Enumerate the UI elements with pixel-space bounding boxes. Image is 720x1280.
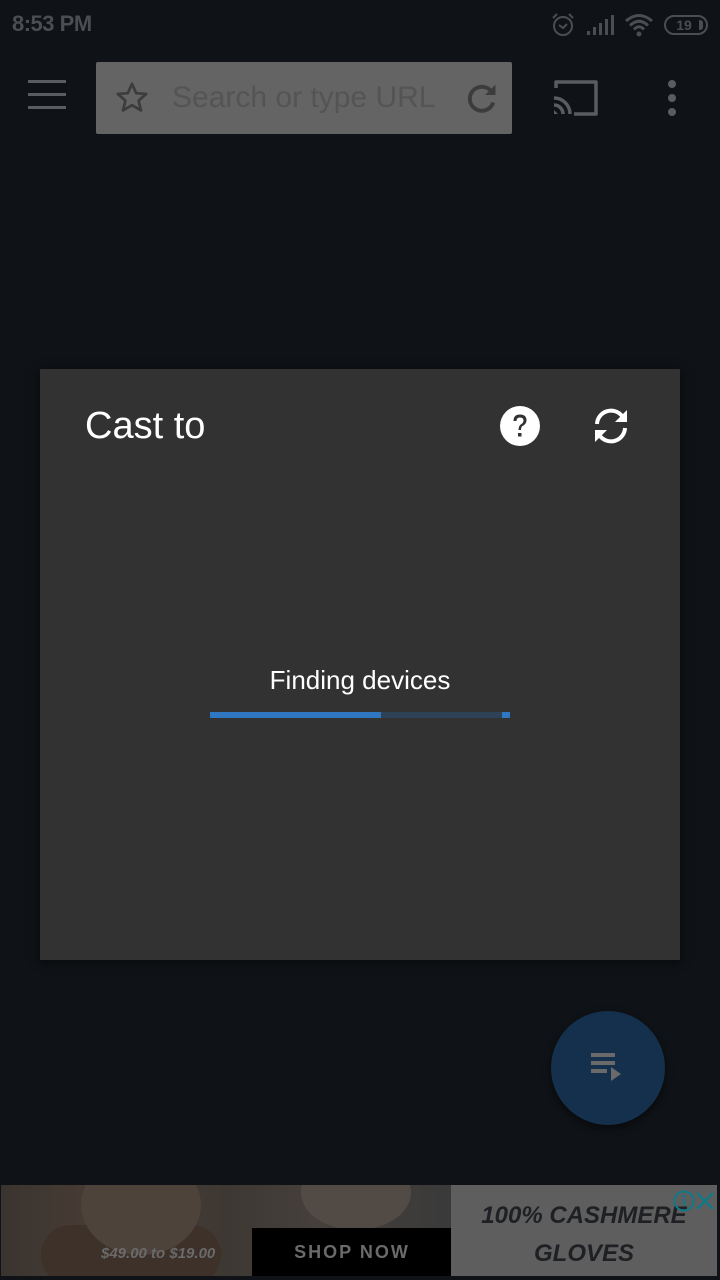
status-icons: 19 [550,10,708,40]
shop-now-button[interactable]: SHOP NOW [252,1228,451,1276]
browser-toolbar [0,52,720,144]
hamburger-menu-icon[interactable] [28,80,66,112]
ad-price: $49.00 to $19.00 [101,1245,216,1262]
ad-photo-model-2 [301,1185,411,1230]
reload-icon[interactable] [464,80,500,116]
progress-fill [210,712,381,718]
battery-level: 19 [676,17,692,33]
close-icon[interactable] [694,1190,716,1212]
battery-icon: 19 [664,15,708,35]
url-bar[interactable] [96,62,512,134]
more-vert-icon[interactable] [664,80,680,116]
status-time: 8:53 PM [12,11,92,36]
wifi-icon [625,14,653,37]
ad-image[interactable]: $49.00 to $19.00 SHOP NOW [1,1185,451,1276]
ad-banner[interactable]: $49.00 to $19.00 SHOP NOW 100% CASHMERE … [0,1184,720,1280]
finding-devices-label: Finding devices [269,665,451,695]
ad-info-icon[interactable] [673,1190,695,1212]
playlist-play-icon [591,1053,621,1081]
ad-headline-line2: GLOVES [533,1240,635,1267]
dialog-title: Cast to [85,405,206,447]
refresh-icon[interactable] [590,405,632,447]
star-icon[interactable] [114,80,150,116]
signal-icon [587,15,614,35]
help-circle-icon[interactable] [499,405,541,447]
url-input[interactable] [172,78,462,118]
progress-bar [210,712,510,718]
ad-text-panel[interactable]: 100% CASHMERE GLOVES [451,1185,717,1276]
cast-icon[interactable] [552,78,600,118]
alarm-icon [552,13,574,36]
progress-buffer-end [502,712,510,718]
cast-dialog: Cast to Finding devices [40,369,680,960]
playlist-fab[interactable] [551,1011,665,1125]
status-bar: 8:53 PM 19 [0,0,720,52]
